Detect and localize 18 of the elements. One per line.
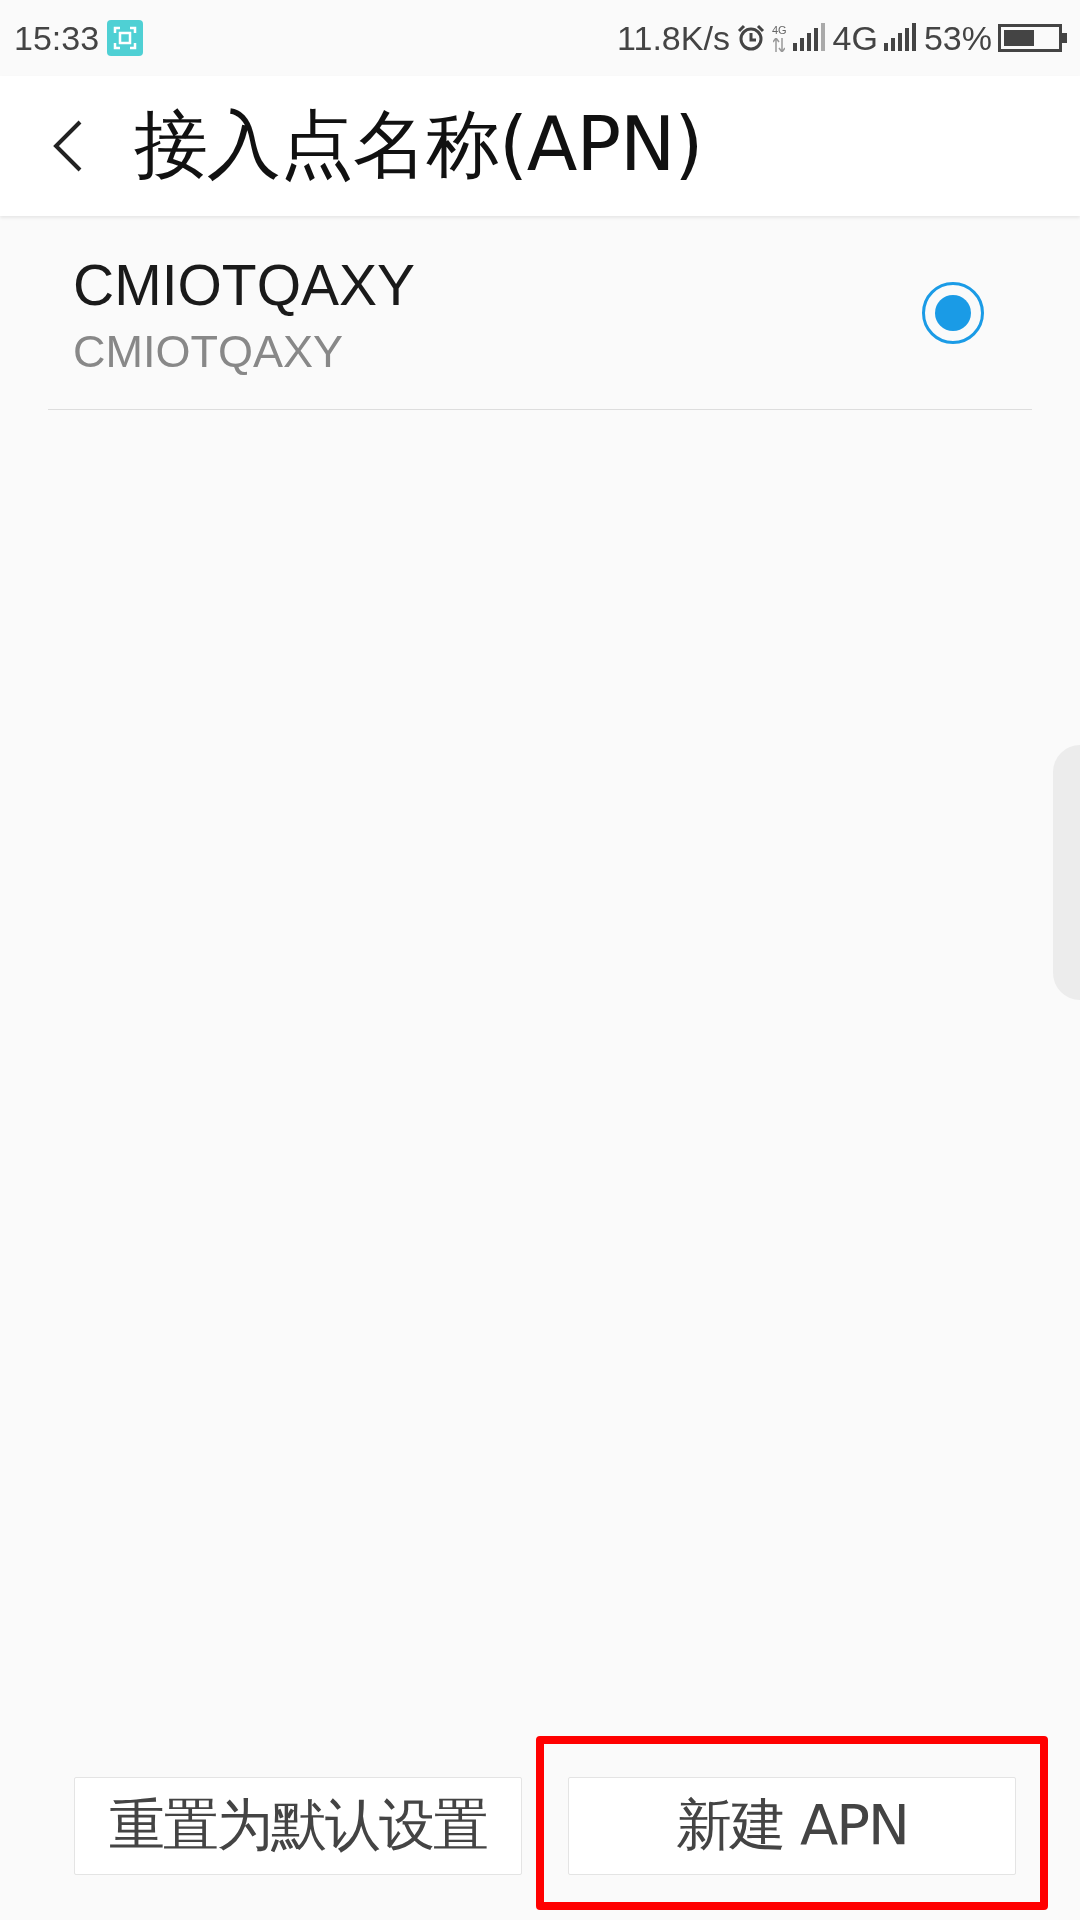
back-button[interactable] (52, 119, 84, 173)
action-button[interactable]: 新建 APN (568, 1777, 1016, 1875)
network-speed: 11.8K/s (617, 18, 730, 58)
signal-icon (883, 23, 918, 53)
alarm-icon (735, 23, 766, 53)
clock-time: 15:33 (14, 18, 100, 58)
battery-icon (998, 23, 1068, 53)
screenshot-icon (107, 20, 144, 56)
page-title: 接入点名称(APN) (134, 100, 703, 189)
data-arrows-icon (773, 37, 786, 52)
radio-button[interactable] (922, 281, 984, 344)
network-type: 4G (771, 24, 787, 36)
apn-value: CMIOTQAXY (73, 325, 345, 378)
signal-icon (792, 23, 827, 53)
network-type: 4G (832, 18, 878, 58)
apn-name: CMIOTQAXY (73, 251, 417, 318)
action-button[interactable]: 重置为默认设置 (74, 1777, 522, 1875)
battery-percent: 53% (923, 18, 992, 58)
